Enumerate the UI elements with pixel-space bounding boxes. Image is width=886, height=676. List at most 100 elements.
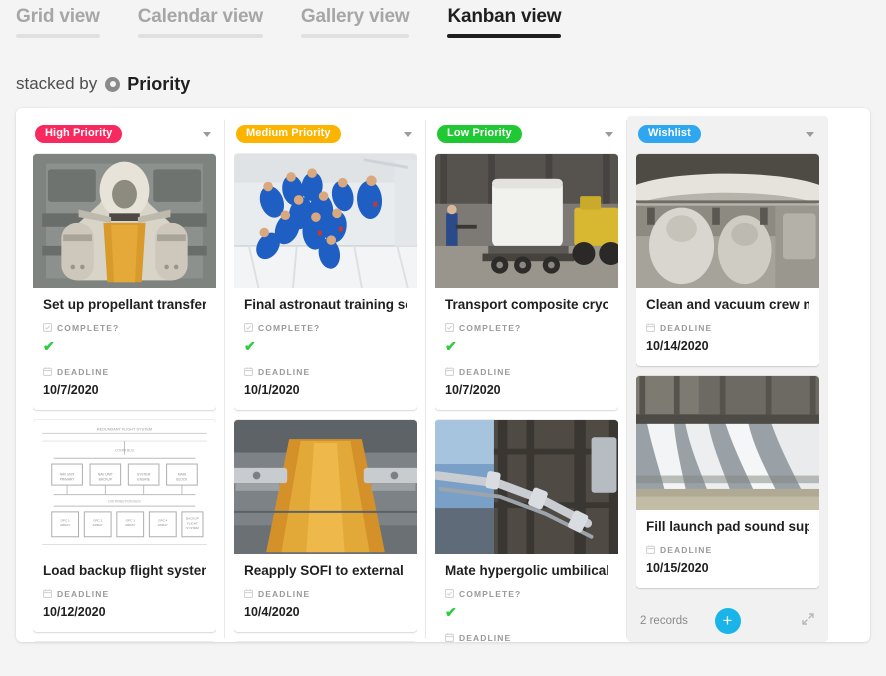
card-image-crew-module-interior-maintenance bbox=[636, 154, 819, 288]
column-header: High Priority bbox=[33, 116, 216, 152]
kanban-card[interactable]: Mate hypergolic umbilical ... COMPLETE? ✔ D… bbox=[435, 419, 618, 642]
column-label-chip[interactable]: Wishlist bbox=[638, 125, 701, 143]
column-card-list[interactable]: Transport composite cryo... COMPLETE? ✔ DEA… bbox=[435, 152, 618, 642]
tab-underline bbox=[447, 34, 562, 38]
tab-label: Kanban view bbox=[447, 6, 562, 27]
svg-text:FLIGHT: FLIGHT bbox=[187, 521, 198, 525]
card-image-launch-pad-water-deluge-system bbox=[636, 375, 819, 510]
svg-text:GPC 4: GPC 4 bbox=[158, 518, 167, 522]
tab-label: Gallery view bbox=[300, 6, 410, 27]
calendar-icon bbox=[244, 589, 253, 599]
svg-text:REDUNDANT FLIGHT SYSTEM: REDUNDANT FLIGHT SYSTEM bbox=[97, 427, 152, 431]
tab-gallery-view[interactable]: Gallery view bbox=[300, 6, 410, 42]
column-card-list[interactable]: Final astronaut training se... COMPLETE? ✔… bbox=[234, 152, 417, 642]
card-field-label-deadline: DEADLINE bbox=[244, 367, 407, 377]
card-title: Reapply SOFI to external t... bbox=[244, 562, 407, 578]
svg-text:ARRAY: ARRAY bbox=[60, 523, 70, 527]
complete-checkmark-icon: ✔ bbox=[445, 337, 457, 354]
card-deadline-value: 10/14/2020 bbox=[646, 338, 709, 353]
svg-text:MAIN: MAIN bbox=[178, 472, 187, 476]
card-body: Load backup flight system... DEADLINE 10/1… bbox=[33, 554, 216, 632]
card-title: Load backup flight system... bbox=[43, 562, 206, 578]
svg-text:DISTRIBUTION BUS: DISTRIBUTION BUS bbox=[108, 499, 141, 503]
kanban-card[interactable]: Clean and vacuum crew m... DEADLINE 10/14/… bbox=[636, 154, 819, 366]
card-field-label-deadline: DEADLINE bbox=[646, 545, 809, 555]
complete-checkmark-icon: ✔ bbox=[244, 337, 256, 354]
field-label-text: DEADLINE bbox=[459, 366, 512, 377]
card-body: Fill launch pad sound sup... DEADLINE 10/1… bbox=[636, 510, 819, 588]
card-field-label-complete: COMPLETE? bbox=[445, 323, 608, 333]
kanban-card[interactable]: Reapply SOFI to external t... DEADLINE 10/… bbox=[234, 419, 417, 632]
field-label-text: DEADLINE bbox=[258, 588, 311, 599]
tab-label: Grid view bbox=[16, 6, 100, 27]
chevron-down-icon[interactable] bbox=[602, 127, 616, 141]
expand-icon[interactable] bbox=[801, 612, 815, 626]
kanban-board: High Priority Set up propellant transfer… bbox=[16, 108, 870, 642]
complete-checkmark-icon: ✔ bbox=[43, 337, 55, 354]
field-label-text: COMPLETE? bbox=[258, 322, 321, 333]
svg-text:GPC 3: GPC 3 bbox=[126, 518, 135, 522]
card-title: Set up propellant transfer ... bbox=[43, 297, 206, 312]
column-label-chip[interactable]: Medium Priority bbox=[236, 125, 341, 143]
card-deadline-value: 10/7/2020 bbox=[445, 382, 501, 397]
field-label-text: DEADLINE bbox=[258, 366, 311, 377]
card-deadline-value: 10/12/2020 bbox=[43, 604, 106, 619]
card-field-label-deadline: DEADLINE bbox=[244, 589, 407, 599]
column-card-list[interactable]: Clean and vacuum crew m... DEADLINE 10/14/… bbox=[636, 152, 819, 600]
column-label-chip[interactable]: Low Priority bbox=[437, 125, 522, 143]
card-image-white-cryotank-on-transport-trailer bbox=[435, 154, 618, 288]
svg-text:NAV UNIT: NAV UNIT bbox=[60, 472, 75, 476]
svg-text:ENGINE: ENGINE bbox=[137, 477, 150, 481]
calendar-icon bbox=[244, 367, 253, 377]
single-select-icon bbox=[105, 76, 121, 92]
card-body: Transport composite cryo... COMPLETE? ✔ DEA… bbox=[435, 288, 618, 410]
card-title: Transport composite cryo... bbox=[445, 297, 608, 312]
field-label-text: DEADLINE bbox=[57, 366, 110, 377]
tab-kanban-view[interactable]: Kanban view bbox=[447, 6, 562, 42]
kanban-card[interactable]: Fill launch pad sound sup... DEADLINE 10/1… bbox=[636, 375, 819, 588]
svg-text:ARRAY: ARRAY bbox=[158, 523, 168, 527]
stacked-by-field-name: Priority bbox=[127, 73, 191, 94]
expand-column-button[interactable] bbox=[801, 612, 815, 631]
card-body: Reapply SOFI to external t... DEADLINE 10/… bbox=[234, 554, 417, 632]
add-record-button[interactable]: + bbox=[714, 608, 741, 634]
column-footer: 2 records + bbox=[636, 600, 819, 642]
card-deadline-value: 10/4/2020 bbox=[244, 604, 300, 619]
column-label-chip[interactable]: High Priority bbox=[35, 125, 123, 143]
kanban-card[interactable]: REDUNDANT FLIGHT SYSTEM COMM BUS NAV UNI… bbox=[33, 419, 216, 632]
kanban-column-low-priority: Low Priority Transport composite cryo...… bbox=[425, 116, 627, 642]
checkbox-icon bbox=[445, 323, 454, 333]
chevron-down-icon[interactable] bbox=[401, 127, 415, 141]
card-image-umbilical-piping-at-launch-tower bbox=[435, 419, 618, 554]
calendar-icon bbox=[646, 323, 655, 333]
tab-grid-view[interactable]: Grid view bbox=[16, 6, 100, 42]
card-deadline-value: 10/15/2020 bbox=[646, 560, 709, 575]
kanban-card[interactable]: Final astronaut training se... COMPLETE? ✔… bbox=[234, 154, 417, 410]
kanban-card[interactable]: Set up propellant transfer ... COMPLETE? ✔… bbox=[33, 154, 216, 410]
card-title: Fill launch pad sound sup... bbox=[646, 518, 809, 534]
column-card-list[interactable]: Set up propellant transfer ... COMPLETE? ✔… bbox=[33, 152, 216, 642]
chevron-down-icon[interactable] bbox=[803, 127, 817, 141]
card-title: Mate hypergolic umbilical ... bbox=[445, 562, 608, 578]
svg-text:SYSTEM: SYSTEM bbox=[137, 472, 151, 476]
card-field-label-complete: COMPLETE? bbox=[445, 589, 608, 599]
card-image-space-shuttle-on-launch-platform bbox=[33, 154, 216, 288]
card-field-label-deadline: DEADLINE bbox=[43, 589, 206, 599]
stacked-by-field-selector[interactable]: Priority bbox=[105, 74, 190, 95]
tab-calendar-view[interactable]: Calendar view bbox=[137, 6, 263, 42]
kanban-card[interactable]: Transport composite cryo... COMPLETE? ✔ DEA… bbox=[435, 154, 618, 410]
chevron-down-icon[interactable] bbox=[200, 127, 214, 141]
column-header: Wishlist bbox=[636, 116, 819, 152]
tab-underline bbox=[137, 34, 263, 38]
card-body: Clean and vacuum crew m... DEADLINE 10/14/… bbox=[636, 288, 819, 366]
svg-text:BACKUP: BACKUP bbox=[186, 516, 199, 520]
card-field-label-deadline: DEADLINE bbox=[43, 367, 206, 377]
svg-text:GPC 2: GPC 2 bbox=[93, 518, 102, 522]
svg-text:NAV UNIT: NAV UNIT bbox=[98, 472, 113, 476]
card-field-label-deadline: DEADLINE bbox=[646, 323, 809, 333]
svg-text:BLOCK: BLOCK bbox=[176, 477, 188, 481]
column-header: Medium Priority bbox=[234, 116, 417, 152]
calendar-icon bbox=[646, 545, 655, 555]
checkbox-icon bbox=[43, 323, 52, 333]
calendar-icon bbox=[445, 633, 454, 642]
